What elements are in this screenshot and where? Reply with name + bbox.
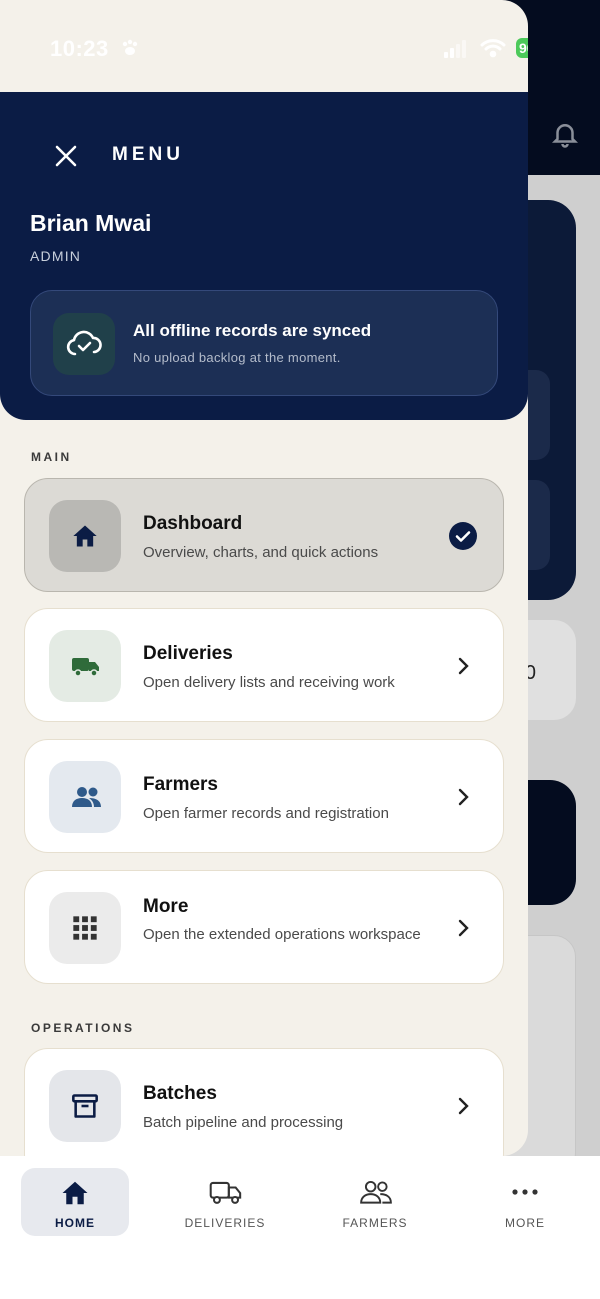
nav-item-title: Dashboard [143, 513, 243, 534]
truck-icon [72, 658, 99, 677]
nav-item-batches[interactable]: Batches Batch pipeline and processing [24, 1048, 504, 1156]
battery-level: 90 [519, 40, 528, 56]
tab-deliveries[interactable]: DELIVERIES [171, 1168, 279, 1236]
nav-item-title: Batches [143, 1083, 217, 1104]
sync-title: All offline records are synced [133, 321, 372, 340]
chevron-right-icon [458, 788, 469, 806]
tab-label: FARMERS [342, 1216, 408, 1230]
home-icon [62, 1181, 88, 1205]
nav-item-subtitle: Open delivery lists and receiving work [143, 674, 395, 691]
section-label-main: MAIN [31, 450, 72, 464]
nav-icon-container [49, 500, 121, 572]
wifi-icon [480, 39, 506, 58]
tab-more[interactable]: MORE [471, 1168, 579, 1236]
status-time: 10:23 [50, 36, 109, 61]
nav-item-subtitle: Overview, charts, and quick actions [143, 544, 379, 561]
nav-icon-container [49, 761, 121, 833]
home-icon [73, 525, 97, 547]
nav-icon-container [49, 892, 121, 964]
nav-icon-container [49, 630, 121, 702]
nav-item-deliveries[interactable]: Deliveries Open delivery lists and recei… [24, 608, 504, 722]
chevron-right-icon [458, 1097, 469, 1115]
battery-indicator: 90 [516, 38, 528, 58]
tab-farmers[interactable]: FARMERS [321, 1168, 429, 1236]
chevron-right-icon [458, 919, 469, 937]
cellular-signal-icon [444, 40, 466, 58]
people-icon [360, 1180, 392, 1204]
paw-icon [122, 39, 138, 55]
menu-title: MENU [112, 144, 184, 165]
cloud-check-icon [66, 330, 102, 356]
side-drawer: 10:23 90 MENU Brian Mwai ADMIN All offli… [0, 0, 528, 1156]
drawer-header: MENU Brian Mwai ADMIN All offline record… [0, 92, 528, 420]
bell-icon[interactable] [550, 118, 580, 150]
nav-item-subtitle: Open the extended operations workspace [143, 926, 421, 943]
tab-home[interactable]: HOME [21, 1168, 129, 1236]
people-icon [72, 787, 101, 807]
bottom-tab-bar: HOME DELIVERIES FARMERS MORE [0, 1156, 600, 1299]
sync-subtitle: No upload backlog at the moment. [133, 350, 341, 365]
nav-item-dashboard[interactable]: Dashboard Overview, charts, and quick ac… [24, 478, 504, 592]
user-role: ADMIN [30, 248, 82, 264]
archive-icon [72, 1094, 98, 1118]
nav-item-farmers[interactable]: Farmers Open farmer records and registra… [24, 739, 504, 853]
nav-icon-container [49, 1070, 121, 1142]
nav-item-subtitle: Open farmer records and registration [143, 805, 389, 822]
sync-status-card: All offline records are synced No upload… [30, 290, 498, 396]
tab-label: MORE [505, 1216, 545, 1230]
user-name: Brian Mwai [30, 210, 152, 236]
nav-item-more[interactable]: More Open the extended operations worksp… [24, 870, 504, 984]
section-label-operations: OPERATIONS [31, 1021, 135, 1035]
nav-item-title: Deliveries [143, 643, 233, 664]
nav-item-title: Farmers [143, 774, 218, 795]
status-bar: 10:23 90 [0, 0, 528, 92]
nav-item-title: More [143, 896, 189, 917]
check-circle-icon [449, 522, 477, 550]
sync-icon-container [53, 313, 115, 375]
tab-label: DELIVERIES [184, 1216, 266, 1230]
close-icon[interactable] [54, 144, 78, 168]
tab-label: HOME [55, 1216, 95, 1230]
nav-item-subtitle: Batch pipeline and processing [143, 1114, 344, 1131]
dots-icon [512, 1189, 538, 1195]
chevron-right-icon [458, 657, 469, 675]
grid-icon [73, 916, 97, 940]
truck-icon [209, 1181, 242, 1204]
